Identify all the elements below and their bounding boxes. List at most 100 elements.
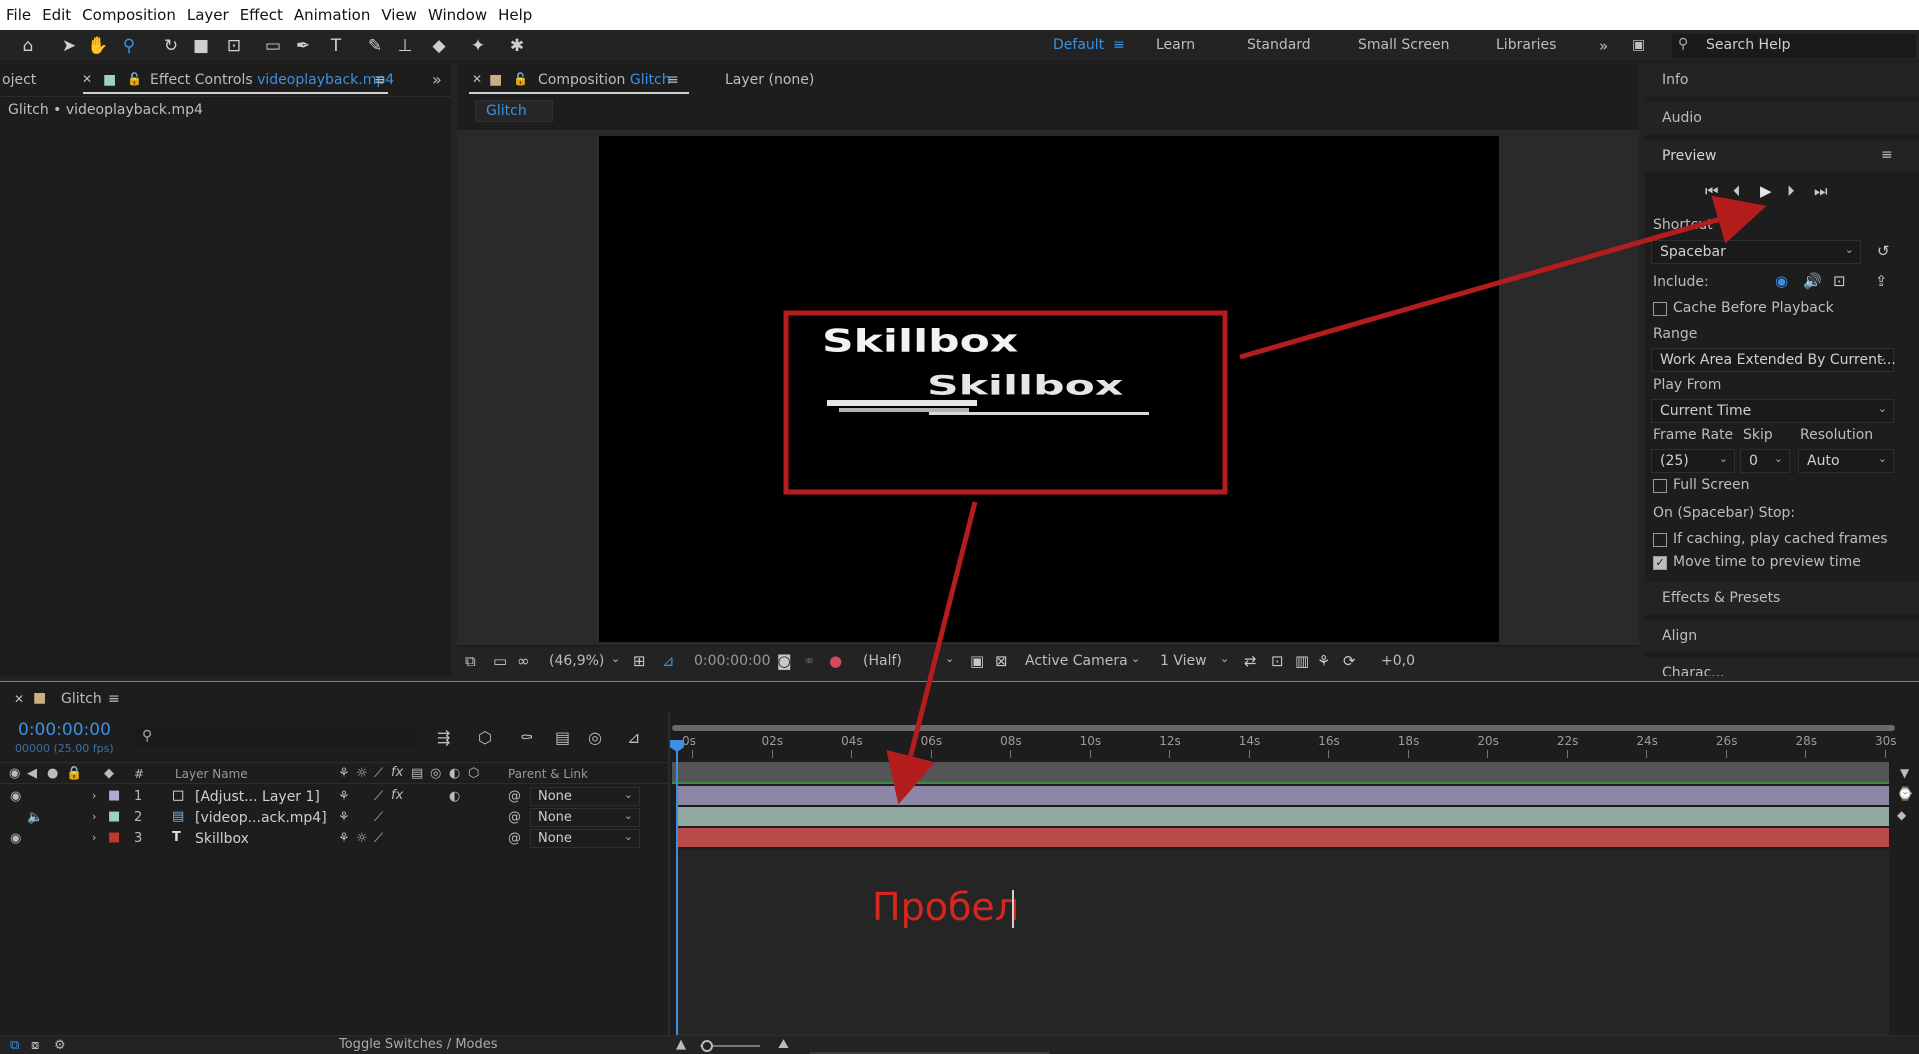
chevrons-right-icon[interactable]: » [432,70,442,89]
parent-dropdown[interactable]: None ⌄ [530,829,640,848]
pan-behind-icon[interactable]: ⊡ [223,35,245,57]
layer-row-2[interactable]: 🔈 › ■ 2 ▤ [videop...ack.mp4] ⚘ ⟋ @ None ⌄ [0,807,668,828]
zoom-dropdown[interactable]: (46,9%) [549,653,604,669]
expand-chevron-icon[interactable]: › [92,810,96,823]
panel-menu-icon[interactable]: ≡ [667,72,679,88]
layer-track-3[interactable] [676,828,1889,847]
pickwhip-icon[interactable]: @ [508,789,521,804]
play-icon[interactable]: ▶ [1760,182,1772,200]
zoom-icon[interactable]: ⚲ [118,35,140,57]
timeline-timecode[interactable]: 0:00:00:00 [18,720,111,740]
include-audio-icon[interactable]: 🔊 [1803,272,1822,290]
tab-effect-controls[interactable]: Effect Controls videoplayback.mp4 [150,72,394,88]
audio-switch-icon[interactable]: ◀ [27,766,37,781]
motion-blur-icon[interactable]: ◎ [588,728,602,747]
playhead-line[interactable] [676,740,678,1036]
clone-stamp-icon[interactable]: ⊥ [394,35,416,57]
close-icon[interactable]: ✕ [472,72,482,86]
menu-window[interactable]: Window [428,6,487,24]
flowchart-icon[interactable]: ⚘ [1317,652,1330,670]
layer-label-color[interactable]: ■ [108,830,120,845]
last-frame-icon[interactable]: ⏭ [1814,182,1828,200]
expand-chevron-icon[interactable]: › [92,789,96,802]
color-channels-icon[interactable]: ● [829,652,842,670]
search-help-input[interactable]: ⚲ Search Help [1672,34,1916,58]
close-icon[interactable]: ✕ [14,692,24,706]
shy-switch-icon[interactable]: ⚘ [338,789,350,804]
resolution-preview-dropdown[interactable]: Auto ⌄ [1798,449,1894,473]
shy-layers-icon[interactable]: ⚰ [520,728,534,747]
menu-view[interactable]: View [381,6,417,24]
search-toggle-icon[interactable]: ▣ [1632,37,1645,53]
region-of-interest-icon[interactable]: ⊿ [662,652,675,670]
grid-icon[interactable]: ⊞ [633,652,646,670]
if-caching-checkbox[interactable] [1653,533,1667,547]
effects-presets-section[interactable]: Effects & Presets [1645,582,1919,614]
in-out-panes-icon[interactable]: ⚙ [54,1038,66,1053]
character-section[interactable]: Charac... [1645,658,1919,676]
frame-blending-icon[interactable]: ▤ [555,728,570,747]
col-parent-link[interactable]: Parent & Link [508,767,588,781]
parent-dropdown[interactable]: None ⌄ [530,787,640,806]
shortcut-dropdown[interactable]: Spacebar ⌄ [1651,240,1861,264]
workspace-small-screen[interactable]: Small Screen [1358,37,1449,53]
timeline-search-input[interactable]: ⚲ [135,727,415,748]
next-frame-icon[interactable]: ⏵ [1787,182,1795,200]
frame-rate-dropdown[interactable]: (25) ⌄ [1651,449,1735,473]
quality-switch-icon[interactable]: ⟋ [374,789,383,804]
parent-dropdown[interactable]: None ⌄ [530,808,640,827]
layer-switches-icon[interactable]: ⧉ [10,1038,19,1053]
audio-section[interactable]: Audio [1645,102,1919,134]
puppet-icon[interactable]: ✱ [506,35,528,57]
comp-subtab[interactable]: Glitch [475,100,553,122]
cache-before-playback-checkbox[interactable] [1653,302,1667,316]
show-snapshot-icon[interactable]: ⚭ [803,652,816,670]
export-icon[interactable]: ⇪ [1875,272,1888,290]
camera-dropdown[interactable]: Active Camera [1025,653,1128,669]
quality-switch-icon[interactable]: ⟋ [374,831,383,846]
comp-marker-bin-icon[interactable]: ▼ [1900,766,1909,780]
pickwhip-icon[interactable]: @ [508,831,521,846]
include-video-icon[interactable]: ◉ [1775,272,1788,290]
mask-visibility-icon[interactable]: ∞ [517,652,530,670]
workspace-learn[interactable]: Learn [1156,37,1195,53]
include-overlays-icon[interactable]: ⊡ [1833,272,1846,290]
shy-switch-icon[interactable]: ⚘ [338,831,350,846]
skip-dropdown[interactable]: 0 ⌄ [1740,449,1790,473]
first-frame-icon[interactable]: ⏮ [1705,182,1719,200]
eye-icon[interactable]: ◉ [10,831,21,846]
align-section[interactable]: Align [1645,620,1919,652]
expand-chevron-icon[interactable]: › [92,831,96,844]
menu-effect[interactable]: Effect [240,6,283,24]
view-layout-dropdown[interactable]: 1 View [1160,653,1207,669]
work-area-bar[interactable] [672,762,1895,782]
layer-label-color[interactable]: ■ [108,809,120,824]
menu-help[interactable]: Help [498,6,532,24]
menu-composition[interactable]: Composition [82,6,176,24]
timeline-icon[interactable]: ▥ [1295,652,1309,670]
comp-mini-flowchart-icon[interactable]: ⇶ [437,728,450,747]
layer-track-1[interactable] [676,786,1889,805]
zoom-slider-thumb[interactable] [701,1040,713,1052]
rotate-icon[interactable]: ↻ [160,35,182,57]
camera-icon[interactable]: ■ [190,35,212,57]
home-icon[interactable]: ⌂ [17,35,39,57]
layer-row-3[interactable]: ◉ › ■ 3 T Skillbox ⚘ ☼ ⟋ @ None ⌄ [0,828,668,849]
layer-track-2[interactable] [676,807,1897,826]
transfer-controls-icon[interactable]: ⧇ [31,1038,39,1053]
preview-header[interactable]: Preview ≡ [1645,140,1919,172]
menu-animation[interactable]: Animation [294,6,370,24]
current-time-field[interactable]: 0:00:00:00 [694,653,771,669]
panel-menu-icon[interactable]: ≡ [374,72,386,88]
info-section[interactable]: Info [1645,64,1919,96]
tab-composition[interactable]: Composition Glitch [538,72,671,88]
tab-project[interactable]: oject [2,72,36,88]
video-switch-icon[interactable]: ◉ [9,766,20,781]
selection-icon[interactable]: ➤ [58,35,80,57]
shy-switch-icon[interactable]: ⚘ [338,810,350,825]
col-layer-name[interactable]: Layer Name [175,767,248,781]
pen-icon[interactable]: ✒ [292,35,314,57]
tab-layer[interactable]: Layer (none) [725,72,814,88]
lock-icon[interactable]: 🔓 [513,72,528,86]
toggle-switches-modes[interactable]: Toggle Switches / Modes [339,1037,498,1052]
